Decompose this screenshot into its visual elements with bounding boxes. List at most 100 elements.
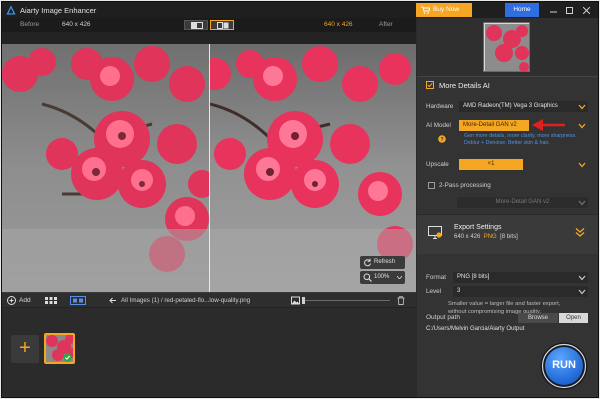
navigator-thumbnail[interactable] [483,22,530,72]
annotation-arrow-icon [532,119,565,131]
slider-handle[interactable] [302,297,305,304]
more-details-header: More Details AI [417,76,598,92]
plus-icon: + [19,337,31,359]
chevron-down-icon [578,123,586,129]
export-bits: [8 bits] [500,234,518,240]
navigator [417,18,598,76]
refresh-label: Refresh [374,259,396,265]
settings-panel: More Details AI Hardware AMD Radeon(TM) … [417,18,598,397]
image-size-icon [291,296,300,305]
close-button[interactable] [580,3,593,17]
flower-image-before [2,44,209,294]
two-pass-model-select: More-Detail GAN v2 [457,197,588,208]
after-resolution: 640 x 426 [324,21,353,28]
export-size: 640 x 426 [454,234,481,240]
format-value: PNG [8 bits] [457,274,490,280]
upscale-value: ×1 [487,161,495,167]
level-value: 3 [457,288,461,294]
two-pass-checkbox[interactable] [428,182,435,189]
title-bar: Aiarty Image Enhancer Buy Now Home [2,2,598,18]
browse-label: Browse [527,315,548,321]
add-circle-icon[interactable] [7,296,16,305]
export-settings-header[interactable]: Export Settings 640 x 426 PNG [8 bits] [417,214,598,254]
compare-divider[interactable] [209,44,210,294]
image-preview[interactable] [2,44,416,294]
level-note-line-1: Smaller value = larger file and faster e… [448,301,561,307]
level-select[interactable]: 3 [453,286,588,297]
home-label: Home [513,6,531,13]
two-pass-label: 2-Pass processing [439,182,491,189]
before-resolution: 640 x 426 [62,21,91,28]
export-format-badge: PNG [483,234,497,240]
buy-now-label: Buy Now [433,6,460,13]
after-label: After [379,21,393,28]
refresh-button[interactable]: Refresh [360,256,405,269]
breadcrumb[interactable]: All Images (1) / red-petaled-flo...low-q… [121,297,250,304]
more-details-title: More Details AI [439,81,490,90]
ai-model-value: More-Detail GAN v2 [463,122,517,128]
file-toolbar: Add All Images (1) / red-petaled-flo...l… [2,292,416,307]
zoom-level: 100% [374,274,390,280]
thumbnail-strip: + [2,308,416,397]
hardware-value: AMD Radeon(TM) Vega 3 Graphics [463,103,558,109]
before-label: Before [20,21,40,28]
app-logo-icon [6,5,16,15]
cart-icon [421,6,430,14]
export-title: Export Settings [454,224,502,231]
grid-view-icon[interactable] [44,296,58,305]
zoom-level-dropdown[interactable]: 100% [360,271,405,284]
chevron-down-icon [578,162,586,168]
hardware-label: Hardware [426,103,454,110]
thumbnail-size-slider[interactable] [304,300,390,301]
add-label[interactable]: Add [19,297,31,304]
checked-checkbox-icon[interactable] [426,81,434,89]
close-icon [583,7,590,14]
back-arrow-icon[interactable] [109,296,117,305]
buy-now-button[interactable]: Buy Now [416,3,472,17]
chevron-down-icon [578,200,586,206]
app-window: Aiarty Image Enhancer Buy Now Home Befor… [1,1,599,398]
upscale-select[interactable]: ×1 [459,159,523,170]
ai-model-select[interactable]: More-Detail GAN v2 [459,120,529,131]
minimize-icon [550,11,557,13]
browse-button[interactable]: Browse [518,313,558,323]
two-pass-model-value: More-Detail GAN v2 [495,199,550,205]
app-title: Aiarty Image Enhancer [20,6,97,15]
export-summary: 640 x 426 PNG [8 bits] [454,234,518,240]
upscale-label: Upscale [426,161,449,168]
chevron-down-icon [397,276,402,279]
open-label: Open [566,315,581,321]
maximize-button[interactable] [563,3,576,17]
split-view-toggle[interactable] [184,20,208,30]
home-button[interactable]: Home [505,3,539,17]
help-icon[interactable]: ? [438,135,446,143]
trash-icon[interactable] [397,296,405,305]
format-select[interactable]: PNG [8 bits] [453,272,588,283]
maximize-icon [566,7,573,14]
filmstrip-view-icon[interactable] [70,296,86,305]
minimize-button[interactable] [547,3,560,17]
output-path-label: Output path [426,314,460,321]
format-label: Format [426,274,446,281]
output-path-value: C:/Users/Melvin Garcia/Aiarty Output [426,326,525,332]
level-label: Level [426,288,442,295]
run-button[interactable]: RUN [540,342,588,390]
split-view-icon [191,22,203,29]
open-button[interactable]: Open [559,313,588,323]
chevron-down-icon [578,275,586,281]
chevron-down-icon [578,289,586,295]
side-by-side-toggle[interactable] [210,20,234,30]
check-badge-icon [63,353,72,362]
add-image-button[interactable]: + [11,335,39,363]
run-label: RUN [552,359,576,371]
monitor-export-icon [428,226,442,239]
double-chevron-down-icon[interactable] [575,227,585,237]
refresh-icon [364,258,371,267]
viewport-frame[interactable] [484,23,529,71]
side-by-side-icon [217,22,229,29]
hardware-select[interactable]: AMD Radeon(TM) Vega 3 Graphics [459,101,588,112]
ai-model-hint-line-2: Deblur + Denoise. Better skin & hair. [464,140,550,146]
ai-model-label: AI Model [426,122,451,129]
compare-bar: Before 640 x 426 640 x 426 After [2,18,416,32]
magnifier-icon [363,273,372,282]
